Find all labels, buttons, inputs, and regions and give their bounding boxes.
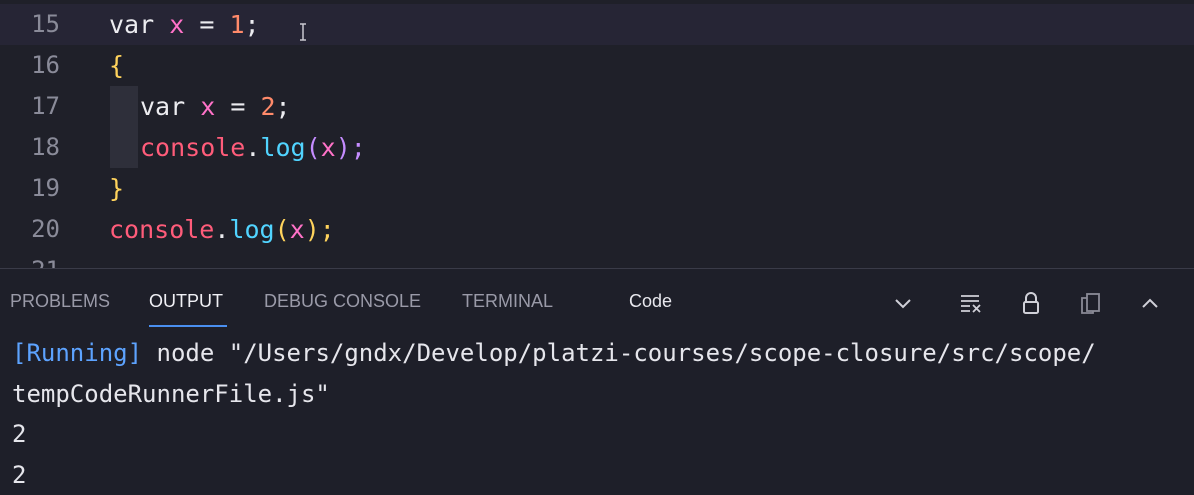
output-channel-select[interactable]: Code <box>629 291 672 312</box>
chevron-down-icon[interactable] <box>891 291 915 315</box>
text-cursor-icon <box>300 23 306 41</box>
clear-output-icon[interactable] <box>959 291 983 315</box>
code-text: console.log(x); <box>109 215 335 244</box>
line-number: 18 <box>31 133 60 161</box>
code-text: } <box>109 174 125 203</box>
copy-icon[interactable] <box>1078 291 1102 315</box>
tab-terminal[interactable]: TERMINAL <box>462 291 553 312</box>
line-number: 16 <box>31 51 60 79</box>
tab-output[interactable]: OUTPUT <box>149 291 223 312</box>
code-line[interactable]: 18 console.log(x); <box>0 127 1194 168</box>
code-text: var x = 2; <box>140 92 291 121</box>
tab-debug-console[interactable]: DEBUG CONSOLE <box>264 291 421 312</box>
code-text: var x = 1; <box>109 10 260 39</box>
code-line[interactable]: 17 var x = 2; <box>0 86 1194 127</box>
lock-icon[interactable] <box>1019 291 1043 315</box>
code-line[interactable]: 20 console.log(x); <box>0 209 1194 250</box>
output-command-line: [Running] node "/Users/gndx/Develop/plat… <box>12 339 1096 367</box>
code-line[interactable]: 19 } <box>0 168 1194 209</box>
code-editor[interactable]: 15 var x = 1; 16 { 17 var x = 2; 18 cons… <box>0 0 1194 268</box>
code-line[interactable]: 15 var x = 1; <box>0 4 1194 45</box>
active-tab-indicator <box>149 325 227 327</box>
line-number: 21 <box>0 250 60 268</box>
output-command-line-cont: tempCodeRunnerFile.js" <box>12 380 330 408</box>
code-line[interactable]: 16 { <box>0 45 1194 86</box>
tab-problems[interactable]: PROBLEMS <box>10 291 110 312</box>
line-number: 19 <box>31 174 60 202</box>
line-number: 17 <box>31 92 60 120</box>
code-text: console.log(x); <box>140 133 366 162</box>
code-text: { <box>109 51 125 80</box>
line-number: 20 <box>31 215 60 243</box>
code-line[interactable]: 21 <box>0 250 1194 268</box>
bottom-panel: PROBLEMS OUTPUT DEBUG CONSOLE TERMINAL C… <box>0 268 1194 493</box>
running-tag: [Running] <box>12 339 143 367</box>
output-result: 2 <box>12 461 27 489</box>
output-result: 2 <box>12 420 27 448</box>
line-number: 15 <box>31 10 60 38</box>
chevron-up-icon[interactable] <box>1138 291 1162 315</box>
